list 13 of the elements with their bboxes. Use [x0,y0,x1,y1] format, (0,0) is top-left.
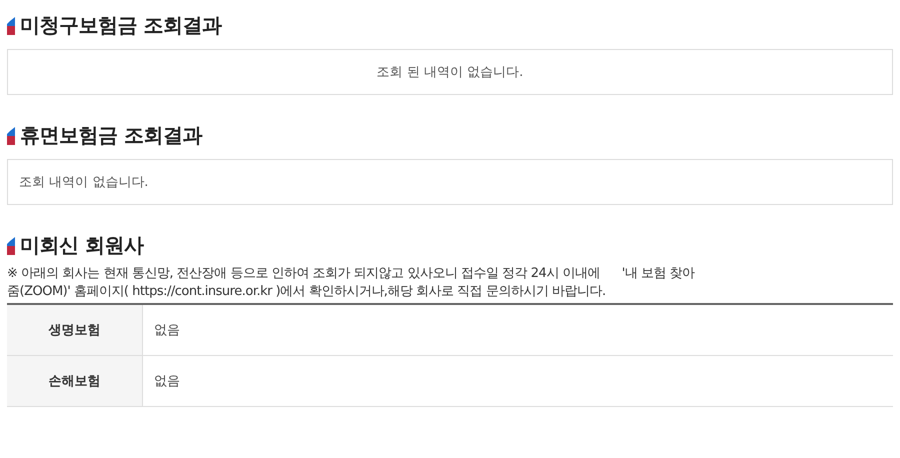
table-cell: 없음 [142,304,893,356]
section-title: 미청구보험금 조회결과 [20,12,222,39]
table-cell: 없음 [142,356,893,407]
result-message: 조회 된 내역이 없습니다. [7,49,893,95]
heading-icon [7,16,15,34]
result-message: 조회 내역이 없습니다. [7,159,893,205]
section-title: 미회신 회원사 [20,232,144,259]
heading-icon [7,126,15,144]
section-title: 휴면보험금 조회결과 [20,122,202,149]
table-header-cell: 생명보험 [7,304,142,356]
notice-text: ※ 아래의 회사는 현재 통신망, 전산장애 등으로 인하여 조회가 되지않고 있사오니 접수일 정각 24시 이내에 '내 보험 찾아 줌(ZOOM)' 홈페이지( https://cont.insure.or.kr )에서 확인하시거나,해당 회사로 직접 문의하시기 바랍니다. [7,265,696,302]
table-header-cell: 손해보험 [7,356,142,407]
heading-icon [7,236,15,254]
